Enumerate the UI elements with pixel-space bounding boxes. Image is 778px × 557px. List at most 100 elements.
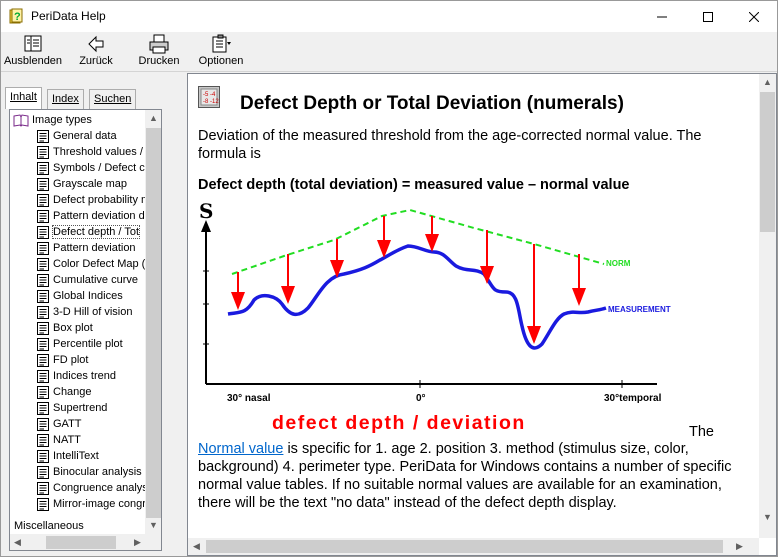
x-label-center: 0° [416, 393, 426, 404]
tab-inhalt[interactable]: Inhalt [5, 87, 42, 109]
tree-item[interactable]: NATT [37, 432, 81, 448]
formula-text: Defect depth (total deviation) = measure… [198, 177, 630, 193]
tree-item-label: Box plot [53, 322, 93, 334]
defect-depth-diagram: S NORM MEASUREMENT 30° nasal 0° 30°tempo… [199, 199, 671, 404]
tree-item-label: Binocular analysis [53, 466, 142, 478]
document-icon [37, 145, 49, 159]
content-horizontal-thumb[interactable] [206, 540, 723, 553]
options-button[interactable]: Optionen [195, 34, 247, 70]
document-icon [37, 129, 49, 143]
topic-title: Defect Depth or Total Deviation (numeral… [240, 93, 624, 114]
tree-item[interactable]: FD plot [37, 352, 88, 368]
tree-item[interactable]: Indices trend [37, 368, 116, 384]
document-icon [37, 449, 49, 463]
topic-content: -5 -4 -8 -12 Defect Depth or Total Devia… [187, 73, 777, 556]
content-vertical-scrollbar[interactable]: ▲ ▼ [759, 74, 776, 538]
content-horizontal-scrollbar[interactable]: ◀ ▶ [188, 538, 759, 555]
tree-item-label: Pattern deviation [53, 242, 136, 254]
minimize-button[interactable] [639, 1, 685, 32]
tree-item-miscellaneous[interactable]: Miscellaneous [14, 518, 84, 534]
tree-item[interactable]: Percentile plot [37, 336, 123, 352]
tree-horizontal-scrollbar[interactable]: ◀ ▶ [10, 534, 161, 550]
tree-item-label: Color Defect Map ( [53, 258, 146, 270]
tree-item[interactable]: Defect depth / Tot [37, 224, 141, 240]
tree-item[interactable]: General data [37, 128, 117, 144]
tree-root-image-types[interactable]: Image types [13, 112, 92, 128]
tab-suchen[interactable]: Suchen [89, 89, 137, 109]
print-button[interactable]: Drucken [133, 34, 185, 70]
deviation-arrow-8 [572, 254, 586, 306]
measurement-label: MEASUREMENT [608, 305, 671, 314]
tree-vertical-thumb[interactable] [146, 128, 161, 518]
tree-item-label: Congruence analys [53, 482, 148, 494]
tree-item[interactable]: Binocular analysis [37, 464, 142, 480]
scroll-right-icon[interactable]: ▶ [134, 537, 141, 548]
tree-item-label: GATT [53, 418, 82, 430]
document-icon [37, 177, 49, 191]
tree-item-label: Defect probability m [53, 194, 151, 206]
tree-item-label: Mirror-image congr [53, 498, 146, 510]
tree-item[interactable]: Congruence analys [37, 480, 148, 496]
tree-item[interactable]: Grayscale map [37, 176, 127, 192]
maximize-button[interactable] [685, 1, 731, 32]
document-icon [37, 385, 49, 399]
svg-text:-5 -4: -5 -4 [203, 92, 216, 98]
normal-value-link[interactable]: Normal value [198, 441, 283, 457]
content-vertical-thumb[interactable] [760, 92, 775, 232]
tree-item[interactable]: Pattern deviation d [37, 208, 145, 224]
tree-item-label: FD plot [53, 354, 89, 366]
tree-item[interactable]: Pattern deviation [37, 240, 136, 256]
tree-item[interactable]: Box plot [37, 320, 93, 336]
pane-splitter[interactable] [179, 73, 187, 556]
tree-item-label: Symbols / Defect c [53, 162, 145, 174]
document-icon [37, 465, 49, 479]
tree-item-label: Cumulative curve [53, 274, 138, 286]
tab-index[interactable]: Index [47, 89, 84, 109]
tree-item[interactable]: Color Defect Map ( [37, 256, 145, 272]
tree-item[interactable]: Cumulative curve [37, 272, 138, 288]
deviation-arrow-2 [281, 254, 295, 304]
close-button[interactable] [731, 1, 777, 32]
document-icon [37, 481, 49, 495]
back-button[interactable]: Zurück [71, 34, 121, 70]
tree-item-label: Threshold values / [53, 146, 143, 158]
tree-item[interactable]: Global Indices [37, 288, 123, 304]
scroll-up-icon[interactable]: ▲ [149, 113, 158, 123]
document-icon [37, 353, 49, 367]
tree-item[interactable]: Mirror-image congr [37, 496, 146, 512]
tree-item[interactable]: Symbols / Defect c [37, 160, 145, 176]
scroll-right-icon[interactable]: ▶ [736, 541, 743, 552]
tree-item[interactable]: 3-D Hill of vision [37, 304, 132, 320]
printer-icon [149, 34, 169, 54]
tree-horizontal-thumb[interactable] [46, 536, 116, 549]
contents-tree[interactable]: Image types General data Threshold values… [9, 109, 162, 551]
topic-numerals-icon: -5 -4 -8 -12 [198, 86, 220, 108]
scroll-down-icon[interactable]: ▼ [149, 520, 158, 530]
tree-item-label: 3-D Hill of vision [53, 306, 133, 318]
document-icon [37, 369, 49, 383]
document-icon [37, 417, 49, 431]
scroll-up-icon[interactable]: ▲ [763, 77, 772, 87]
tree-vertical-scrollbar[interactable]: ▲ ▼ [145, 110, 161, 534]
document-icon [37, 241, 49, 255]
tree-item[interactable]: Defect probability m [37, 192, 150, 208]
hide-label: Ausblenden [3, 55, 63, 67]
hide-button[interactable]: Ausblenden [3, 34, 63, 70]
scroll-left-icon[interactable]: ◀ [193, 541, 200, 552]
measurement-curve [227, 244, 607, 350]
hide-icon [24, 35, 42, 52]
tree-item-label: General data [53, 130, 117, 142]
tree-item[interactable]: Threshold values / [37, 144, 143, 160]
tree-item-label: Grayscale map [53, 178, 127, 190]
svg-text:-8 -12: -8 -12 [203, 99, 219, 105]
navigation-pane: Inhalt Index Suchen Image types General … [1, 73, 179, 556]
tree-item[interactable]: Supertrend [37, 400, 107, 416]
document-icon [37, 337, 49, 351]
tree-item-label: Pattern deviation d [53, 210, 145, 222]
scroll-down-icon[interactable]: ▼ [763, 512, 772, 522]
tree-item[interactable]: GATT [37, 416, 82, 432]
options-icon [212, 34, 231, 53]
tree-item[interactable]: Change [37, 384, 92, 400]
tree-item[interactable]: IntelliText [37, 448, 99, 464]
scroll-left-icon[interactable]: ◀ [14, 537, 21, 548]
